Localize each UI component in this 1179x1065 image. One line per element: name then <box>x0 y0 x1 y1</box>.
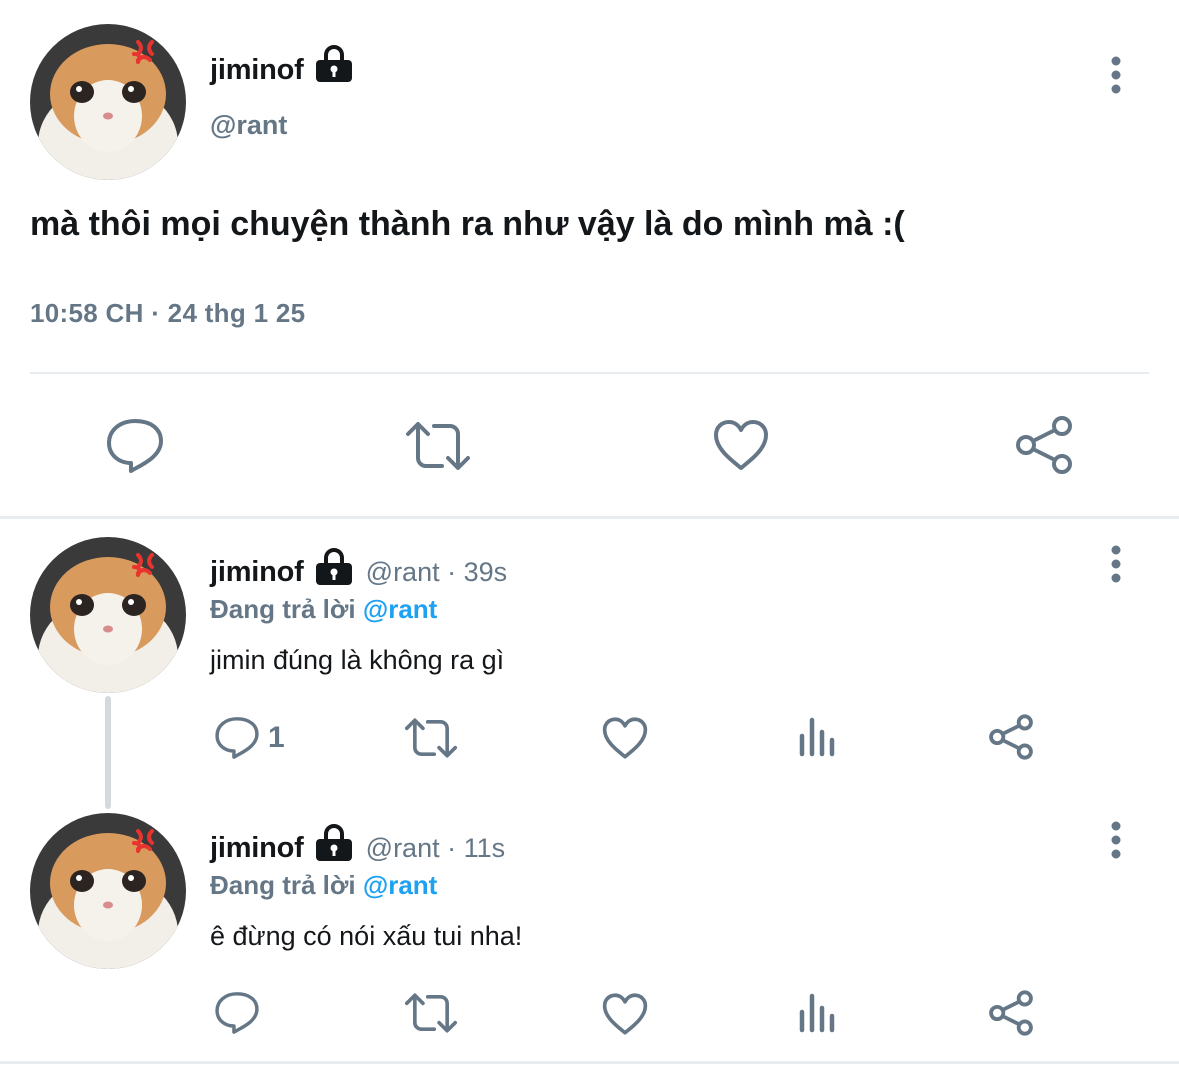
replying-to: Đang trả lời @rant <box>210 594 437 625</box>
share-button[interactable] <box>1014 415 1074 475</box>
thread-line <box>105 696 111 809</box>
like-button[interactable] <box>601 992 649 1036</box>
share-button[interactable] <box>988 714 1034 760</box>
retweet-icon <box>406 422 470 470</box>
reply-icon <box>215 992 259 1034</box>
display-name[interactable]: jiminof <box>210 54 304 87</box>
divider <box>0 516 1179 519</box>
avatar[interactable] <box>30 537 186 693</box>
retweet-icon <box>404 718 458 758</box>
tweet-timestamp[interactable]: 10:58 CH · 24 thg 1 25 <box>30 298 305 329</box>
like-button[interactable] <box>601 716 649 760</box>
tweet-header: jiminof <box>210 44 354 87</box>
display-name[interactable]: jiminof <box>210 832 304 865</box>
avatar[interactable] <box>30 813 186 969</box>
analytics-icon <box>799 717 835 757</box>
retweet-button[interactable] <box>404 420 472 472</box>
reply-count: 1 <box>268 721 285 754</box>
tweet-text: mà thôi mọi chuyện thành ra như vậy là d… <box>30 205 905 243</box>
lock-icon <box>314 547 354 587</box>
avatar[interactable] <box>30 24 186 180</box>
mention-link[interactable]: @rant <box>363 594 437 624</box>
retweet-button[interactable] <box>403 717 459 759</box>
like-icon <box>602 993 648 1035</box>
replying-to: Đang trả lời @rant <box>210 870 437 901</box>
reply-text: jimin đúng là không ra gì <box>210 645 505 675</box>
reply-header: jiminof @rant · 11s <box>210 823 505 865</box>
replying-label: Đang trả lời <box>210 594 356 624</box>
share-icon <box>989 990 1033 1036</box>
analytics-button[interactable] <box>798 990 838 1034</box>
mention-link[interactable]: @rant <box>363 870 437 900</box>
handle[interactable]: @rant <box>210 110 287 141</box>
reply-button[interactable] <box>214 990 260 1036</box>
divider <box>30 372 1149 374</box>
like-button[interactable] <box>712 418 770 472</box>
retweet-icon <box>404 993 458 1033</box>
divider <box>0 1061 1179 1064</box>
reply-header: jiminof @rant · 39s <box>210 547 507 589</box>
lock-icon <box>314 44 354 84</box>
analytics-button[interactable] <box>798 714 838 758</box>
reply-icon <box>215 717 259 759</box>
analytics-icon <box>799 993 835 1033</box>
more-options-icon[interactable] <box>1106 821 1126 861</box>
retweet-button[interactable] <box>403 992 459 1034</box>
handle-time[interactable]: @rant · 39s <box>366 557 507 588</box>
reply-text: ê đừng có nói xấu tui nha! <box>210 921 523 951</box>
like-icon <box>602 717 648 759</box>
share-button[interactable] <box>988 990 1034 1036</box>
replying-label: Đang trả lời <box>210 870 356 900</box>
reply-icon <box>107 419 163 473</box>
more-options-icon[interactable] <box>1106 56 1126 96</box>
reply-button[interactable] <box>105 417 165 475</box>
handle-time[interactable]: @rant · 11s <box>366 833 505 864</box>
more-options-icon[interactable] <box>1106 545 1126 585</box>
like-icon <box>714 420 768 470</box>
lock-icon <box>314 823 354 863</box>
reply-button[interactable]: 1 <box>214 715 285 761</box>
share-icon <box>989 714 1033 760</box>
share-icon <box>1016 416 1072 474</box>
display-name[interactable]: jiminof <box>210 556 304 589</box>
